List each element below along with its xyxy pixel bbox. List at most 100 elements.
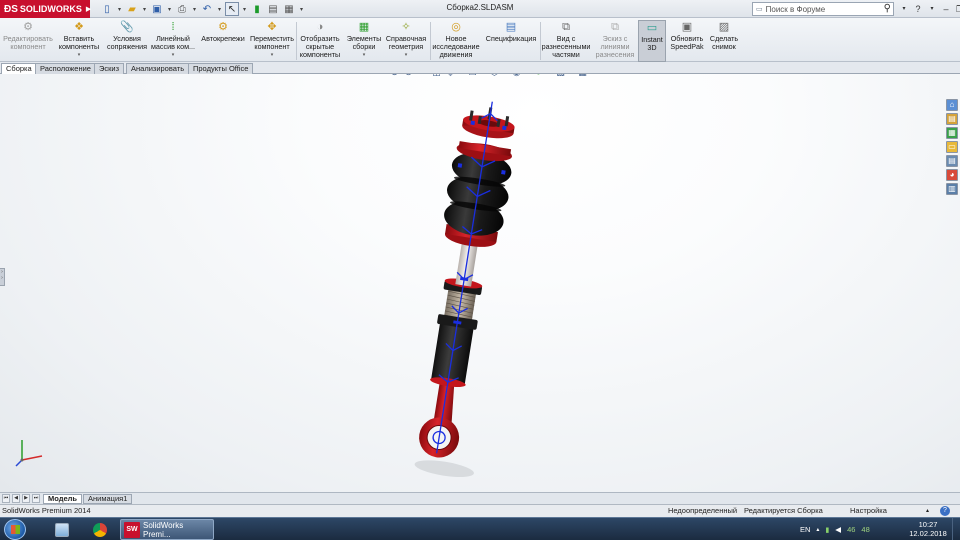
instant3d-button[interactable]: ▭ Instant 3D <box>638 20 666 62</box>
print-dropdown-icon[interactable]: ▾ <box>191 2 198 16</box>
open-folder-icon[interactable]: ▰ <box>125 2 139 16</box>
exploded-view-icon: ⧉ <box>562 21 570 33</box>
tab-sketch[interactable]: Эскиз <box>94 63 125 74</box>
help-icon[interactable]: ? <box>912 2 924 16</box>
snapshot-icon: ▨ <box>718 21 730 33</box>
new-document-icon[interactable]: ▯ <box>100 2 114 16</box>
options-dropdown-icon[interactable]: ▾ <box>298 2 305 16</box>
update-speedpak-button[interactable]: ▣ Обновить SpeedPak <box>668 20 706 62</box>
clock-date: 12.02.2018 <box>909 529 947 538</box>
search-dropdown-icon[interactable]: ▾ <box>898 2 910 16</box>
file-properties-icon[interactable]: ▤ <box>266 2 280 16</box>
chrome-icon <box>93 522 107 537</box>
quick-access-toolbar: ▯ ▾ ▰ ▾ ▣ ▾ ⎙ ▾ ↶ ▾ ↖ ▾ ▮ ▤ ▦ ▾ <box>100 2 305 16</box>
model-tabs-bar: ⏮ ◀ ▶ ⏭ Модель Анимация1 <box>0 492 960 504</box>
tab-model[interactable]: Модель <box>43 494 83 504</box>
ground-shadow <box>414 460 474 478</box>
rebuild-icon[interactable]: ▮ <box>250 2 264 16</box>
solidworks-logo[interactable]: ƉS SOLIDWORKS ▶ <box>0 0 91 18</box>
linear-pattern-icon: ⁞ <box>171 21 175 33</box>
dropdown-arrow-icon: ▾ <box>362 52 366 58</box>
select-dropdown-icon[interactable]: ▾ <box>241 2 248 16</box>
tray-expand-icon[interactable]: ▴ <box>816 526 819 533</box>
suspension-strut-model[interactable] <box>0 74 960 492</box>
definition-status: Недоопределенный <box>668 506 738 515</box>
search-icon[interactable]: ⚲ <box>884 3 891 14</box>
show-hidden-icon: ◑ <box>316 21 324 33</box>
solidworks-app-icon: SW <box>124 521 140 538</box>
linear-pattern-button[interactable]: ⁞ Линейный массив ком... ▾ <box>150 20 196 62</box>
edit-component-icon: ⚙ <box>23 21 33 33</box>
edit-component-button[interactable]: ⚙ Редактировать компонент <box>2 20 54 62</box>
undo-icon[interactable]: ↶ <box>200 2 214 16</box>
help-dropdown-icon[interactable]: ▾ <box>926 2 938 16</box>
custom-menu[interactable]: Настройка <box>850 505 887 517</box>
show-hidden-components-button[interactable]: ◑ Отобразить скрытые компоненты <box>298 20 342 62</box>
save-icon[interactable]: ▣ <box>150 2 164 16</box>
help-icon[interactable]: ? <box>940 506 950 516</box>
network-icon[interactable]: ▮ <box>825 526 829 534</box>
save-dropdown-icon[interactable]: ▾ <box>166 2 173 16</box>
instant3d-icon: ▭ <box>646 22 658 34</box>
editing-status: Редактируется Сборка <box>744 506 823 515</box>
new-motion-study-button[interactable]: ◎ Новое исследование движения <box>431 20 481 62</box>
command-manager-tabs: Сборка Расположение Эскиз Анализировать … <box>0 62 960 74</box>
smart-fasteners-button[interactable]: ⚙ Автокрепежи <box>198 20 248 62</box>
volume-icon[interactable]: ◀ <box>835 525 841 534</box>
separator <box>296 22 297 60</box>
language-indicator[interactable]: EN <box>800 525 810 534</box>
last-tab-icon[interactable]: ⏭ <box>32 494 40 503</box>
title-right-controls: ▾ ? ▾ – ❐ ✕ <box>898 2 960 16</box>
search-input[interactable]: Поиск в Форуме <box>766 5 826 14</box>
x-axis <box>21 455 43 461</box>
tab-layout[interactable]: Расположение <box>35 63 96 74</box>
print-icon[interactable]: ⎙ <box>175 2 189 16</box>
taskbar-solidworks-app[interactable]: SW SolidWorks Premi... <box>120 519 214 540</box>
speedpak-icon: ▣ <box>681 21 693 33</box>
new-dropdown-icon[interactable]: ▾ <box>116 2 123 16</box>
exploded-view-button[interactable]: ⧉ Вид с разнесенными частями <box>541 20 591 62</box>
explode-line-sketch-button[interactable]: ⧉ Эскиз с линиями разнесения <box>594 20 636 62</box>
taskbar-explorer[interactable] <box>44 520 80 539</box>
smart-fasteners-icon: ⚙ <box>218 21 228 33</box>
tab-evaluate[interactable]: Анализировать <box>126 63 190 74</box>
system-tray: EN ▴ ▮ ◀ 46 48 <box>800 518 870 540</box>
select-icon[interactable]: ↖ <box>225 2 239 16</box>
dropdown-arrow-icon: ▾ <box>77 52 81 58</box>
bill-of-materials-button[interactable]: ▤ Спецификация <box>484 20 538 62</box>
product-label: SolidWorks Premium 2014 <box>2 506 91 515</box>
options-icon[interactable]: ▦ <box>282 2 296 16</box>
undo-dropdown-icon[interactable]: ▾ <box>216 2 223 16</box>
first-tab-icon[interactable]: ⏮ <box>2 494 10 503</box>
custom-dropdown-icon[interactable]: ▴ <box>926 505 929 517</box>
restore-icon[interactable]: ❐ <box>954 2 960 16</box>
search-box[interactable]: ▭ Поиск в Форуме ⚲ <box>752 2 894 16</box>
move-component-button[interactable]: ✥ Переместить компонент ▾ <box>250 20 294 62</box>
minimize-icon[interactable]: – <box>940 2 952 16</box>
clock[interactable]: 10:27 12.02.2018 <box>906 520 950 538</box>
dropdown-arrow-icon: ▾ <box>270 52 274 58</box>
open-dropdown-icon[interactable]: ▾ <box>141 2 148 16</box>
take-snapshot-button[interactable]: ▨ Сделать снимок <box>707 20 741 62</box>
tab-office-products[interactable]: Продукты Office <box>188 63 254 74</box>
windows-taskbar: SW SolidWorks Premi... EN ▴ ▮ ◀ 46 48 10… <box>0 517 960 540</box>
insert-components-button[interactable]: ❖ Вставить компоненты ▾ <box>56 20 102 62</box>
start-button[interactable] <box>4 519 26 540</box>
assembly-features-button[interactable]: ▦ Элементы сборки ▾ <box>345 20 383 62</box>
reference-geometry-button[interactable]: ✧ Справочная геометрия ▾ <box>384 20 428 62</box>
insert-components-icon: ❖ <box>74 21 84 33</box>
show-desktop-button[interactable] <box>952 518 960 540</box>
explorer-icon <box>55 522 69 537</box>
graphics-area[interactable]: ⊕ ⊙ ↶ ◫ ◈ ▾ ❒ ▾ ⬡ ▾ ◉ ▾ ● ▾ ▧ ▾ ▦ ▾ ▫ – … <box>0 74 960 492</box>
tab-animation1[interactable]: Анимация1 <box>83 494 133 504</box>
next-tab-icon[interactable]: ▶ <box>22 494 30 503</box>
status-bar: SolidWorks Premium 2014 Недоопределенный… <box>0 504 960 517</box>
motion-study-icon: ◎ <box>451 21 461 33</box>
coordinate-triad <box>15 440 43 467</box>
dropdown-arrow-icon: ▾ <box>404 52 408 58</box>
tab-assembly[interactable]: Сборка <box>1 63 37 74</box>
prev-tab-icon[interactable]: ◀ <box>12 494 20 503</box>
mate-button[interactable]: 📎 Условия сопряжения <box>106 20 148 62</box>
taskbar-chrome[interactable] <box>82 520 118 539</box>
tray-counter-1: 46 <box>847 525 856 534</box>
